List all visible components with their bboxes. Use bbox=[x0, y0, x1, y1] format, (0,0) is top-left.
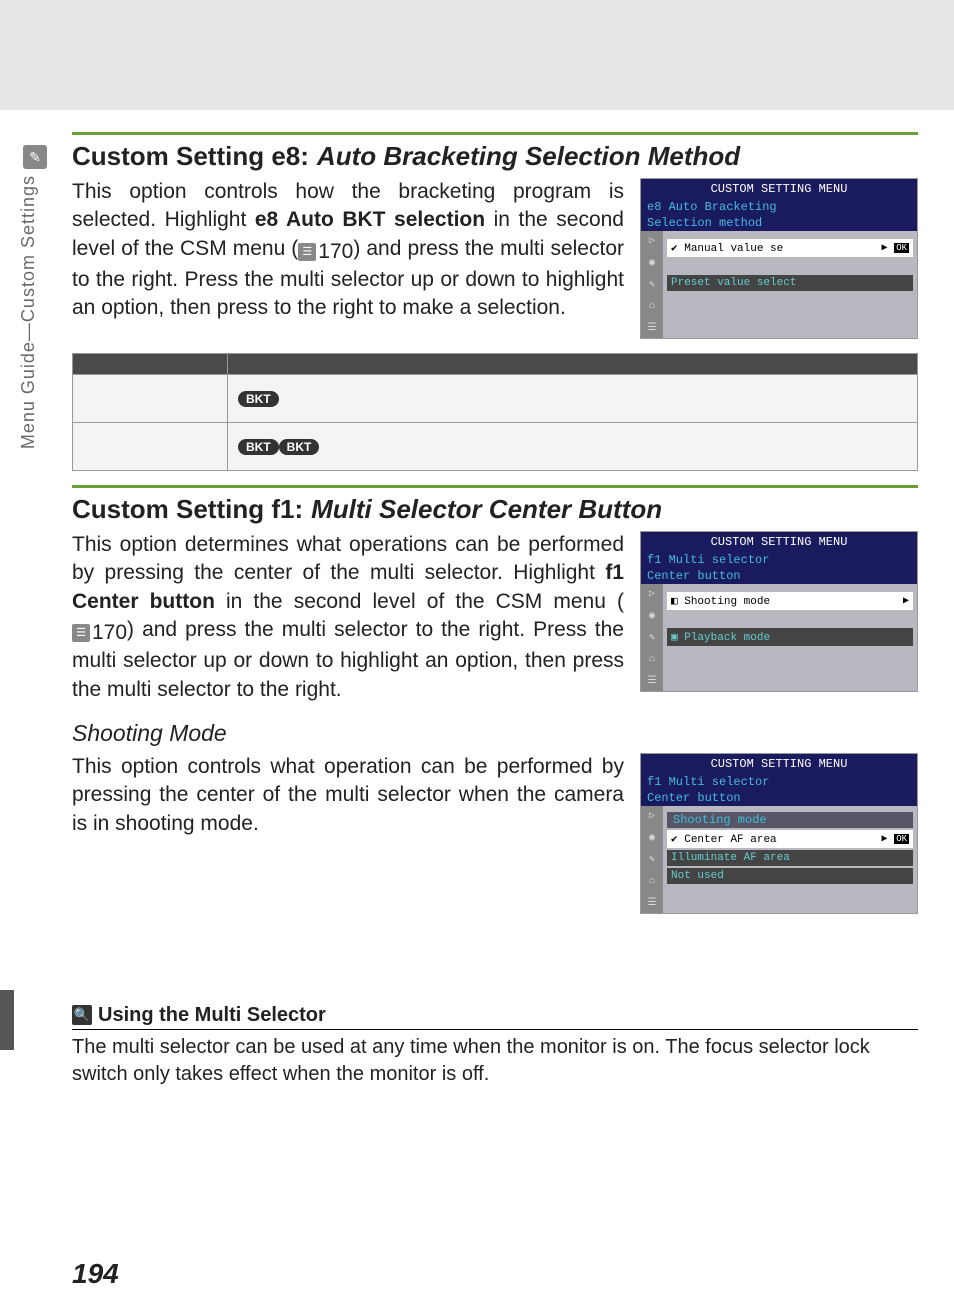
menu-f1-side-icons: ▷◉✎⌂☰ bbox=[641, 584, 663, 691]
bkt-icon: BKT bbox=[279, 439, 320, 455]
table-header-option bbox=[73, 354, 228, 375]
heading-e8-prefix: Custom Setting e8: bbox=[72, 141, 309, 172]
menu-e8-line2: Selection method bbox=[641, 215, 917, 231]
pencil-icon: ✎ bbox=[23, 145, 47, 169]
menu-shooting-row-center: ✔ Center AF area▶ OK bbox=[667, 830, 913, 848]
menu-e8-title: CUSTOM SETTING MENU bbox=[641, 179, 917, 199]
tip-title-row: 🔍 Using the Multi Selector bbox=[72, 1004, 918, 1030]
side-tab-label: Menu Guide—Custom Settings bbox=[18, 175, 39, 449]
menu-preview-e8: CUSTOM SETTING MENU e8 Auto Bracketing S… bbox=[640, 178, 918, 339]
table-row: BKT bbox=[73, 375, 918, 423]
magnifier-icon: 🔍 bbox=[72, 1005, 92, 1025]
menu-shooting-row-notused: Not used bbox=[667, 868, 913, 884]
options-table-e8: BKT BKTBKT bbox=[72, 353, 918, 471]
menu-shooting-row-illuminate: Illuminate AF area bbox=[667, 850, 913, 866]
page-side-tab: ✎ Menu Guide—Custom Settings bbox=[18, 145, 52, 495]
heading-f1: Custom Setting f1: Multi Selector Center… bbox=[72, 485, 918, 525]
heading-e8: Custom Setting e8: Auto Bracketing Selec… bbox=[72, 132, 918, 172]
menu-f1-row-shooting: ◧ Shooting mode▶ bbox=[667, 592, 913, 610]
page-number: 194 bbox=[72, 1258, 119, 1290]
menu-f1-row-playback: ▣ Playback mode bbox=[667, 628, 913, 646]
tip-box: 🔍 Using the Multi Selector The multi sel… bbox=[72, 1004, 918, 1088]
para-f1: This option determines what operations c… bbox=[72, 531, 624, 704]
bkt-icon: BKT bbox=[238, 391, 279, 407]
menu-e8-line1: e8 Auto Bracketing bbox=[641, 199, 917, 215]
page-ref-icon: ☰ 170 bbox=[298, 238, 353, 266]
table-header-description bbox=[228, 354, 918, 375]
menu-shooting-title: CUSTOM SETTING MENU bbox=[641, 754, 917, 774]
table-cell-option-preset bbox=[73, 423, 228, 471]
top-gray-bar bbox=[0, 0, 954, 110]
table-cell-desc-preset: BKTBKT bbox=[228, 423, 918, 471]
menu-preview-shooting: CUSTOM SETTING MENU f1 Multi selector Ce… bbox=[640, 753, 918, 914]
heading-e8-title: Auto Bracketing Selection Method bbox=[317, 141, 740, 172]
page-edge-marker bbox=[0, 990, 14, 1050]
table-row: BKTBKT bbox=[73, 423, 918, 471]
heading-f1-title: Multi Selector Center Button bbox=[311, 494, 662, 525]
para-e8: This option controls how the bracketing … bbox=[72, 178, 624, 323]
menu-shooting-section: Shooting mode bbox=[667, 812, 913, 828]
menu-shooting-line1: f1 Multi selector bbox=[641, 774, 917, 790]
para-shooting: This option controls what operation can … bbox=[72, 753, 624, 838]
menu-shooting-line2: Center button bbox=[641, 790, 917, 806]
bkt-icon: BKT bbox=[238, 439, 279, 455]
table-cell-option-manual bbox=[73, 375, 228, 423]
menu-e8-row-preset: Preset value select bbox=[667, 275, 913, 291]
page-ref-icon: ☰ 170 bbox=[72, 619, 127, 647]
heading-f1-prefix: Custom Setting f1: bbox=[72, 494, 303, 525]
subheading-shooting-mode: Shooting Mode bbox=[72, 720, 918, 747]
menu-shooting-side-icons: ▷◉✎⌂☰ bbox=[641, 806, 663, 913]
tip-text: The multi selector can be used at any ti… bbox=[72, 1034, 918, 1088]
menu-e8-side-icons: ▷◉✎⌂☰ bbox=[641, 231, 663, 338]
menu-f1-title: CUSTOM SETTING MENU bbox=[641, 532, 917, 552]
menu-e8-row-manual: ✔ Manual value se▶ OK bbox=[667, 239, 913, 257]
menu-preview-f1: CUSTOM SETTING MENU f1 Multi selector Ce… bbox=[640, 531, 918, 692]
tip-title-text: Using the Multi Selector bbox=[98, 1004, 326, 1027]
menu-f1-line1: f1 Multi selector bbox=[641, 552, 917, 568]
menu-f1-line2: Center button bbox=[641, 568, 917, 584]
table-cell-desc-manual: BKT bbox=[228, 375, 918, 423]
